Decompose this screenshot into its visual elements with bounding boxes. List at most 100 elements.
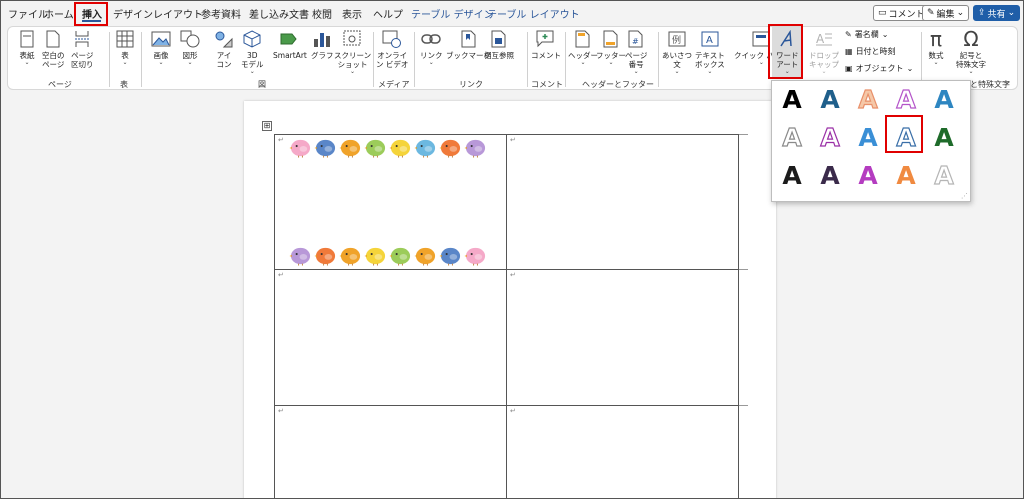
- table-cell[interactable]: [274, 269, 507, 406]
- table-cell[interactable]: [506, 134, 739, 270]
- shapes-button[interactable]: 図形 ⌄: [179, 28, 201, 66]
- bird-illustration: [339, 244, 362, 270]
- calendar-icon: ▦: [845, 47, 853, 56]
- svg-text:例: 例: [672, 34, 681, 46]
- online-video-button[interactable]: オンライ ン ビデオ: [376, 28, 408, 69]
- object-icon: ▣: [845, 64, 853, 73]
- svg-text:A: A: [706, 35, 713, 46]
- tab-design[interactable]: デザイン: [113, 6, 153, 21]
- resize-grip-icon[interactable]: ⋰: [961, 192, 968, 200]
- tab-file[interactable]: ファイル: [8, 6, 48, 21]
- chevron-down-icon: ⌄: [1007, 8, 1016, 18]
- bird-illustrations-bottom[interactable]: [289, 244, 487, 270]
- page-number-icon: #: [625, 28, 647, 50]
- wordart-style-13[interactable]: A: [851, 159, 885, 191]
- table-button[interactable]: 表 ⌄: [114, 28, 136, 66]
- wordart-style-3[interactable]: A: [851, 83, 885, 115]
- symbol-button[interactable]: Ω 記号と 特殊文字 ⌄: [956, 27, 986, 75]
- bird-illustrations-top[interactable]: [289, 136, 487, 162]
- collapse-ribbon-icon[interactable]: ⌄: [1003, 77, 1011, 87]
- paragraph-mark: ↵: [278, 271, 284, 279]
- wordart-style-2[interactable]: A: [813, 83, 847, 115]
- tab-home[interactable]: ホーム: [44, 6, 74, 21]
- tab-table-design[interactable]: テーブル デザイン: [411, 6, 494, 21]
- page-break-button[interactable]: ページ 区切り: [71, 28, 94, 69]
- signature-line-button[interactable]: ✎ 署名欄 ⌄: [845, 29, 888, 40]
- cover-page-button[interactable]: 表紙 ⌄: [16, 28, 38, 66]
- new-comment-button[interactable]: コメント: [531, 28, 561, 60]
- highlight-box-insert-tab: [74, 2, 108, 26]
- wordart-style-5[interactable]: A: [927, 83, 961, 115]
- wordart-style-6[interactable]: A: [775, 121, 809, 153]
- table-cell[interactable]: [506, 269, 739, 406]
- chevron-down-icon: ⌄: [906, 64, 914, 73]
- wordart-style-8[interactable]: A: [851, 121, 885, 153]
- share-button[interactable]: ⇪ 共有 ⌄: [973, 5, 1021, 21]
- wordart-style-11[interactable]: A: [775, 159, 809, 191]
- pi-icon: π: [929, 27, 943, 51]
- group-label-illustrations: 図: [258, 80, 266, 89]
- date-time-button[interactable]: ▦ 日付と時刻: [845, 46, 896, 57]
- header-button[interactable]: ヘッダー ⌄: [568, 28, 598, 66]
- cross-reference-button[interactable]: 相互参照: [484, 28, 514, 60]
- wordart-style-1[interactable]: A: [775, 83, 809, 115]
- tab-view[interactable]: 表示: [342, 6, 362, 21]
- separator: [373, 32, 374, 87]
- drop-cap-button[interactable]: A ドロップ キャップ ⌄: [809, 28, 839, 75]
- 3d-models-button[interactable]: 3D モデル ⌄: [241, 28, 264, 75]
- margin-line: [739, 134, 748, 135]
- pictures-button[interactable]: 画像 ⌄: [150, 28, 172, 66]
- bookmark-icon: [458, 28, 480, 50]
- blank-page-button[interactable]: 空白の ページ: [42, 28, 65, 69]
- page-number-button[interactable]: # ページ 番号 ⌄: [625, 28, 647, 75]
- table-cell[interactable]: [274, 405, 507, 499]
- wordart-gallery: AAAAAAAAAAAAAAA ⋰: [771, 80, 971, 202]
- tab-table-layout[interactable]: テーブル レイアウト: [487, 6, 580, 21]
- group-label-links: リンク: [459, 80, 483, 89]
- wordart-style-12[interactable]: A: [813, 159, 847, 191]
- margin-line: [739, 405, 748, 406]
- separator: [141, 32, 142, 87]
- wordart-style-10[interactable]: A: [927, 121, 961, 153]
- tab-mailings[interactable]: 差し込み文書: [249, 6, 309, 21]
- wordart-style-15[interactable]: A: [927, 159, 961, 191]
- footer-button[interactable]: フッター ⌄: [596, 28, 626, 66]
- equation-button[interactable]: π 数式 ⌄: [925, 27, 947, 66]
- edit-button[interactable]: ✎ 編集 ⌄: [922, 5, 970, 21]
- bar-chart-icon: [311, 28, 333, 50]
- object-button[interactable]: ▣ オブジェクト ⌄: [845, 63, 913, 74]
- link-button[interactable]: リンク ⌄: [420, 28, 443, 66]
- wordart-style-4[interactable]: A: [889, 83, 923, 115]
- greeting-button[interactable]: 例 あいさつ 文 ⌄: [662, 28, 692, 75]
- link-icon: [420, 28, 442, 50]
- wordart-style-14[interactable]: A: [889, 159, 923, 191]
- tab-review[interactable]: 校閲: [312, 6, 332, 21]
- bird-illustration: [439, 244, 462, 270]
- chart-button[interactable]: グラフ: [311, 28, 334, 60]
- shapes-icon: [179, 28, 201, 50]
- bird-illustration: [389, 136, 412, 162]
- footer-icon: [600, 28, 622, 50]
- icons-button[interactable]: アイ コン: [213, 28, 235, 69]
- tab-references[interactable]: 参考資料: [201, 6, 241, 21]
- drop-cap-icon: A: [813, 28, 835, 50]
- cover-page-icon: [16, 28, 38, 50]
- tab-help[interactable]: ヘルプ: [373, 6, 403, 21]
- highlight-box-selected-style: [885, 115, 923, 153]
- signature-line-icon: ✎: [845, 30, 852, 39]
- svg-text:#: #: [632, 37, 639, 46]
- smartart-button[interactable]: SmartArt: [273, 28, 307, 60]
- text-box-button[interactable]: A テキスト ボックス ⌄: [695, 28, 725, 75]
- screenshot-button[interactable]: スクリーン ショット ⌄: [334, 28, 371, 75]
- tab-layout[interactable]: レイアウト: [153, 6, 203, 21]
- group-label-table: 表: [120, 80, 128, 89]
- smartart-icon: [279, 28, 301, 50]
- bird-illustration: [339, 136, 362, 162]
- page-break-icon: [71, 28, 93, 50]
- separator: [414, 32, 415, 87]
- table-move-handle[interactable]: ⊞: [262, 121, 272, 131]
- separator: [109, 32, 110, 87]
- svg-text:A: A: [816, 32, 825, 46]
- wordart-style-7[interactable]: A: [813, 121, 847, 153]
- table-cell[interactable]: [506, 405, 739, 499]
